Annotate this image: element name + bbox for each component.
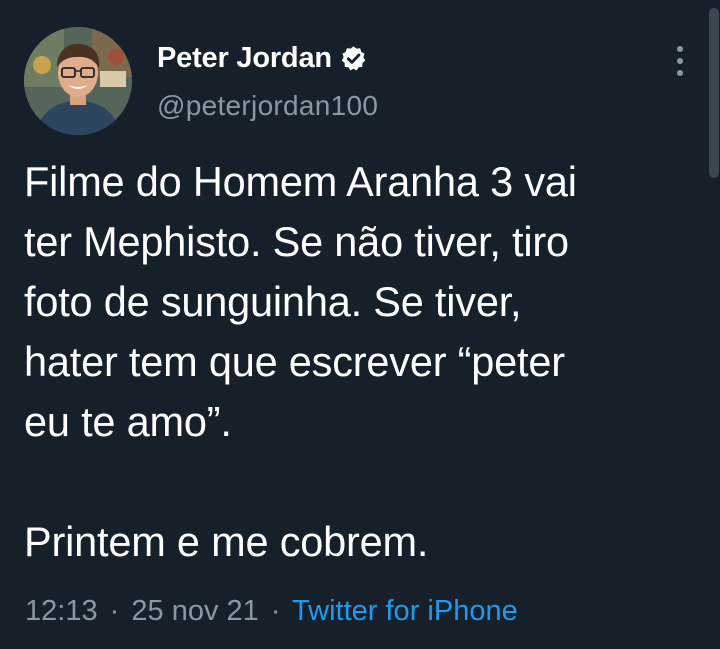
- tweet-time[interactable]: 12:13: [25, 595, 98, 627]
- tweet-source-link[interactable]: Twitter for iPhone: [292, 595, 518, 627]
- tweet-detail: Peter Jordan @peterjordan100 Filme do Ho…: [0, 0, 720, 649]
- tweet-paragraph: Printem e me cobrem.: [24, 518, 429, 565]
- author-handle[interactable]: @peterjordan100: [157, 86, 378, 126]
- verified-badge-icon: [340, 45, 367, 72]
- tweet-metadata: 12:13 · 25 nov 21 · Twitter for iPhone: [25, 589, 518, 633]
- meta-separator: ·: [270, 595, 281, 627]
- tweet-paragraph: Filme do Homem Aranha 3 vai ter Mephisto…: [24, 158, 577, 445]
- display-name[interactable]: Peter Jordan: [157, 38, 332, 78]
- tweet-date[interactable]: 25 nov 21: [131, 595, 258, 627]
- meta-separator: ·: [109, 595, 120, 627]
- avatar[interactable]: [24, 27, 132, 135]
- scrollbar[interactable]: [709, 8, 719, 178]
- more-options-icon[interactable]: [666, 44, 694, 78]
- avatar-photo: [24, 27, 132, 135]
- author-name-row[interactable]: Peter Jordan: [157, 38, 367, 78]
- tweet-text: Filme do Homem Aranha 3 vai ter Mephisto…: [24, 152, 694, 572]
